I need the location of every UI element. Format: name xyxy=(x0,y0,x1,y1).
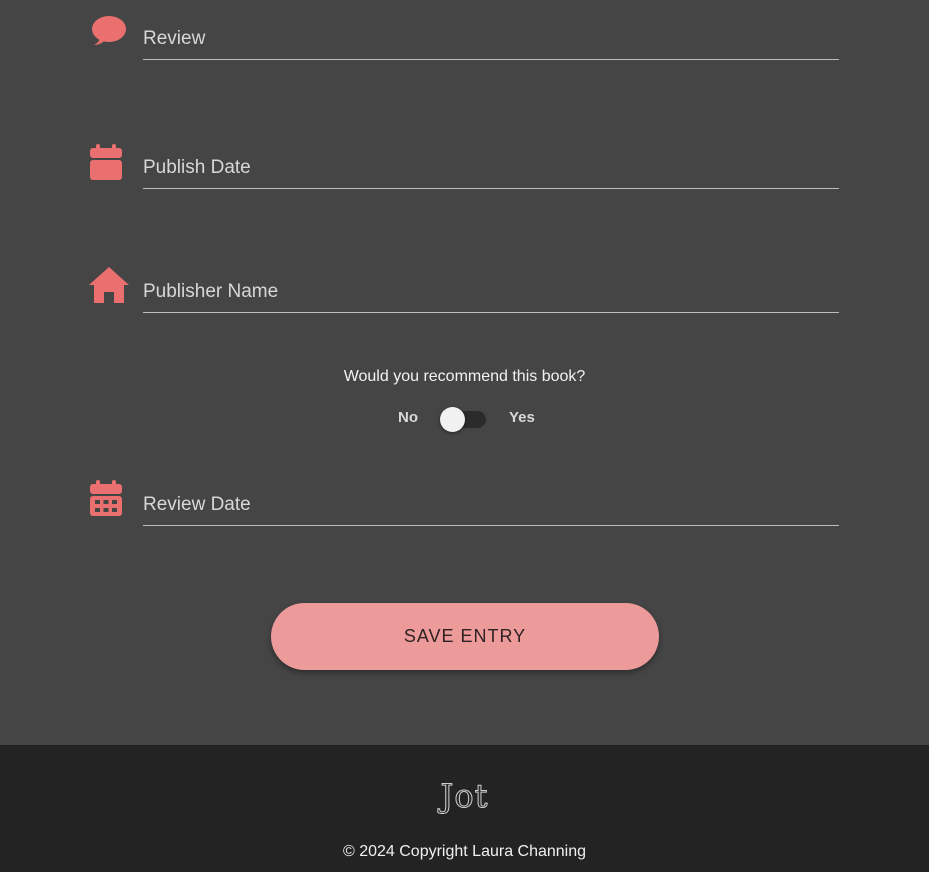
toggle-no-label: No xyxy=(398,409,418,426)
jot-logo[interactable]: Jot xyxy=(0,777,929,816)
review-field xyxy=(88,12,839,72)
publish-date-input[interactable] xyxy=(143,148,839,189)
toggle-yes-label: Yes xyxy=(509,409,535,426)
calendar-icon xyxy=(88,144,128,184)
calendar-days-icon xyxy=(88,480,128,520)
review-date-input[interactable] xyxy=(143,485,839,526)
recommend-toggle[interactable] xyxy=(440,407,486,432)
toggle-knob[interactable] xyxy=(440,407,465,432)
book-entry-form: Would you recommend this book? No Yes xyxy=(0,0,929,745)
copyright-text: © 2024 Copyright Laura Channing xyxy=(342,843,587,860)
publisher-name-field xyxy=(88,265,839,325)
house-icon xyxy=(88,266,129,306)
save-entry-button[interactable]: SAVE ENTRY xyxy=(271,603,659,670)
recommend-switch-row: No Yes xyxy=(0,406,929,432)
review-input[interactable] xyxy=(143,19,839,60)
review-date-field xyxy=(88,478,839,538)
publish-date-field xyxy=(88,141,839,201)
publisher-name-input[interactable] xyxy=(143,272,839,313)
page: Would you recommend this book? No Yes xyxy=(0,0,929,872)
recommend-question: Would you recommend this book? xyxy=(343,368,586,385)
speech-bubble-icon xyxy=(88,14,128,54)
recommend-section: Would you recommend this book? xyxy=(0,366,929,388)
footer: Jot © 2024 Copyright Laura Channing xyxy=(0,745,929,872)
